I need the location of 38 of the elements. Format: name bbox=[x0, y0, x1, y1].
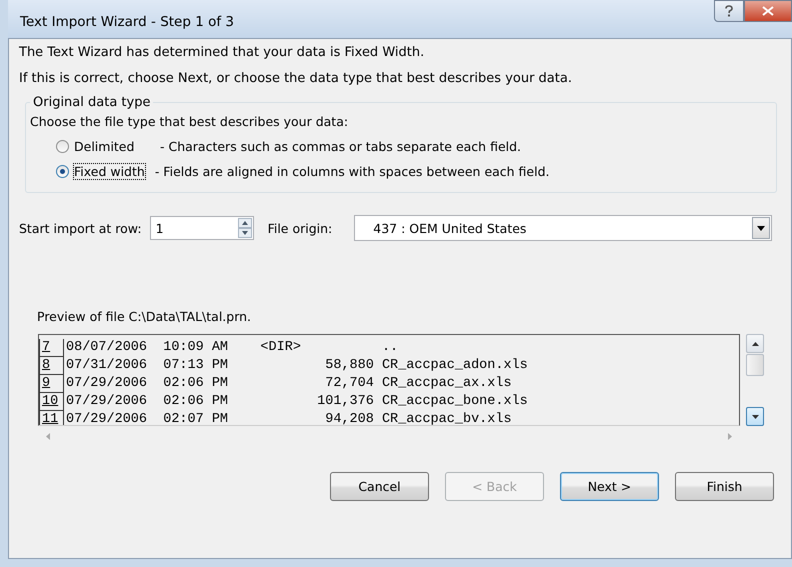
preview-line: 07/29/2006 02:06 PM 72,704 CR_accpac_ax.xls bbox=[66, 375, 512, 393]
option-description: - Characters such as commas or tabs separate each field. bbox=[160, 139, 522, 154]
radio-button[interactable] bbox=[56, 140, 69, 153]
spin-arrows-icon[interactable] bbox=[238, 218, 252, 238]
intro-text: The Text Wizard has determined that your data is Fixed Width. bbox=[19, 45, 426, 60]
option-description: - Fields are aligned in columns with spaces between each field. bbox=[154, 164, 550, 179]
line-number: 8 bbox=[39, 357, 64, 375]
preview-line: 07/29/2006 02:06 PM 101,376 CR_accpac_bone.xls bbox=[66, 393, 528, 411]
wizard-button[interactable]: Next > bbox=[560, 472, 659, 501]
wizard-button[interactable]: Finish bbox=[675, 472, 774, 501]
window-title: Text Import Wizard - Step 1 of 3 bbox=[19, 13, 234, 30]
start-row-label: Start import at row: bbox=[19, 220, 142, 236]
preview-label: Preview of file C:\Data\TAL\tal.prn. bbox=[37, 309, 252, 326]
preview-line: 08/07/2006 10:09 AM <DIR> .. bbox=[66, 339, 398, 357]
line-number: 7 bbox=[39, 339, 64, 357]
help-button[interactable] bbox=[714, 0, 744, 22]
close-button[interactable] bbox=[744, 0, 792, 22]
preview-line: 07/29/2006 02:07 PM 94,208 CR_accpac_bv.xls bbox=[66, 411, 512, 425]
intro-text: If this is correct, choose Next, or choose the data type that best describes your data. bbox=[19, 71, 573, 86]
scroll-thumb[interactable] bbox=[746, 354, 764, 376]
option-label[interactable]: Delimited bbox=[74, 139, 160, 154]
prompt-text: Choose the file type that best describes your data: bbox=[30, 114, 350, 129]
preview-line: 07/31/2006 07:13 PM 58,880 CR_accpac_adon.xls bbox=[66, 357, 528, 375]
line-number: 9 bbox=[39, 375, 64, 393]
vertical-scrollbar[interactable] bbox=[746, 334, 764, 426]
line-number: 11 bbox=[39, 411, 64, 425]
scroll-down-icon[interactable] bbox=[746, 407, 764, 426]
group-title: Original data type bbox=[32, 95, 152, 110]
file-origin-dropdown[interactable]: 437 : OEM United States bbox=[354, 215, 772, 241]
start-row-spinner[interactable]: 1 bbox=[150, 216, 254, 240]
line-number: 10 bbox=[39, 393, 64, 411]
scroll-up-icon[interactable] bbox=[746, 334, 764, 353]
close-icon bbox=[762, 6, 774, 16]
option-label[interactable]: Fixed width bbox=[74, 164, 145, 179]
help-icon bbox=[724, 5, 734, 17]
wizard-button[interactable]: Cancel bbox=[330, 472, 429, 501]
radio-button[interactable] bbox=[56, 165, 69, 178]
file-origin-label: File origin: bbox=[268, 220, 332, 236]
